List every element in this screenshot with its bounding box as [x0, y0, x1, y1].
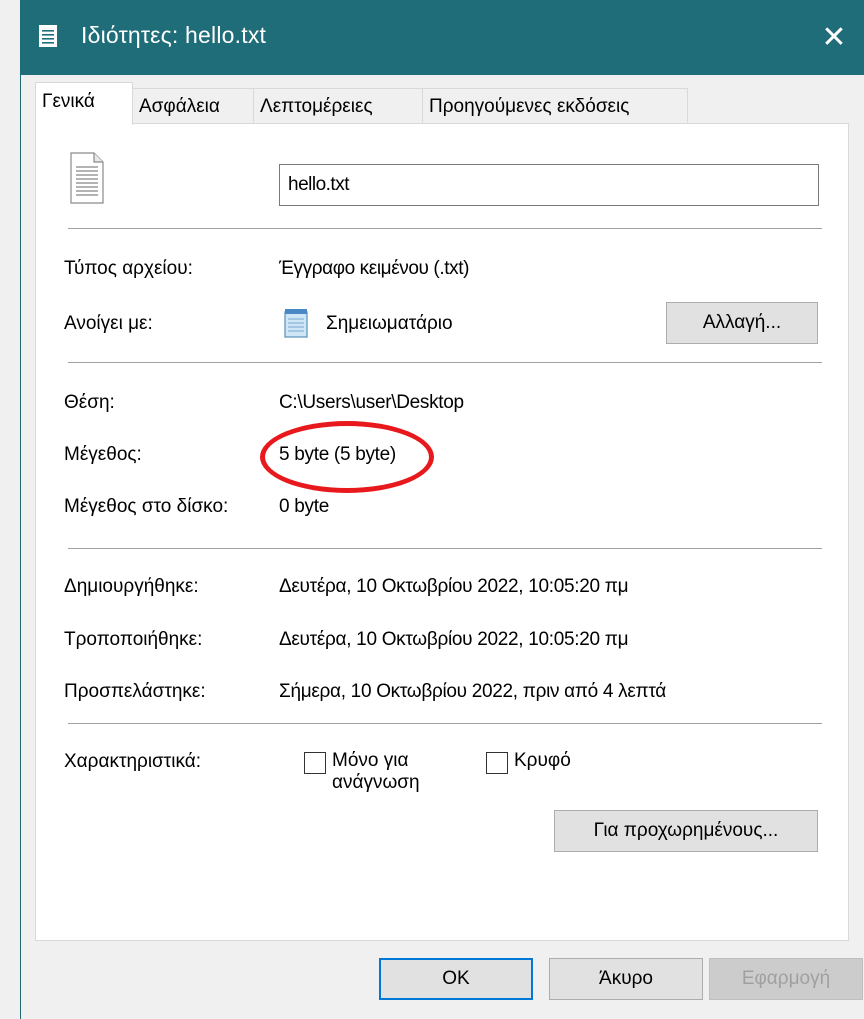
document-icon: [39, 25, 57, 47]
tab-bar: Γενικά Ασφάλεια Λεπτομέρειες Προηγούμενε…: [35, 82, 835, 125]
general-tab-panel: Τύπος αρχείου: Έγγραφο κειμένου (.txt) Α…: [35, 123, 849, 941]
title-bar[interactable]: Ιδιότητες: hello.txt ✕: [21, 0, 864, 75]
tab-previous-versions[interactable]: Προηγούμενες εκδόσεις: [422, 88, 688, 123]
close-button[interactable]: ✕: [803, 0, 864, 75]
filename-input[interactable]: [279, 164, 819, 206]
change-button[interactable]: Αλλαγή...: [666, 302, 818, 344]
opens-with-label: Ανοίγει με:: [64, 313, 153, 334]
opens-with-app: Σημειωματάριο: [326, 313, 453, 334]
separator: [68, 228, 822, 229]
attributes-label: Χαρακτηριστικά:: [64, 751, 202, 772]
separator: [68, 362, 822, 363]
location-value: C:\Users\user\Desktop: [279, 392, 464, 413]
hidden-label[interactable]: Κρυφό: [514, 750, 571, 772]
size-on-disk-value: 0 byte: [279, 496, 329, 517]
size-label: Μέγεθος:: [64, 444, 142, 465]
cancel-button[interactable]: Άκυρο: [549, 958, 703, 1000]
size-value: 5 byte (5 byte): [279, 444, 396, 465]
advanced-button[interactable]: Για προχωρημένους...: [554, 810, 818, 852]
text-file-icon: [70, 152, 104, 204]
readonly-checkbox[interactable]: [304, 752, 326, 774]
accessed-label: Προσπελάστηκε:: [64, 681, 206, 702]
ok-button[interactable]: OK: [379, 958, 533, 1000]
tab-details[interactable]: Λεπτομέρειες: [253, 88, 423, 123]
created-value: Δευτέρα, 10 Οκτωβρίου 2022, 10:05:20 πμ: [279, 576, 629, 597]
separator: [68, 723, 822, 724]
window-title: Ιδιότητες: hello.txt: [81, 22, 267, 48]
properties-dialog: Ιδιότητες: hello.txt ✕ Γενικά Ασφάλεια Λ…: [20, 0, 864, 1019]
location-label: Θέση:: [64, 392, 115, 413]
modified-label: Τροποποιήθηκε:: [64, 629, 203, 650]
tab-security[interactable]: Ασφάλεια: [132, 88, 254, 123]
modified-value: Δευτέρα, 10 Οκτωβρίου 2022, 10:05:20 πμ: [279, 629, 629, 650]
tab-general[interactable]: Γενικά: [35, 82, 133, 125]
size-on-disk-label: Μέγεθος στο δίσκο:: [64, 496, 229, 517]
file-type-value: Έγγραφο κειμένου (.txt): [279, 258, 469, 279]
separator: [68, 548, 822, 549]
close-icon: ✕: [821, 21, 847, 54]
created-label: Δημιουργήθηκε:: [64, 576, 199, 597]
accessed-value: Σήμερα, 10 Οκτωβρίου 2022, πριν από 4 λε…: [279, 681, 666, 702]
file-type-label: Τύπος αρχείου:: [64, 258, 193, 279]
hidden-checkbox[interactable]: [486, 752, 508, 774]
notepad-icon: [284, 309, 308, 338]
apply-button[interactable]: Εφαρμογή: [709, 958, 863, 1000]
readonly-label[interactable]: Μόνο για ανάγνωση: [332, 750, 420, 794]
